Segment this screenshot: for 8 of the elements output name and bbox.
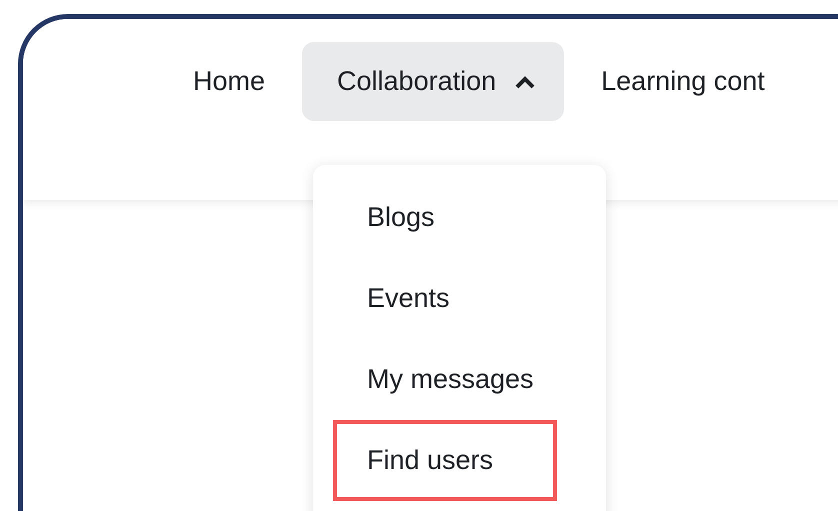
nav-tab[interactable]: Learning cont [566,42,800,121]
caret-icon [514,74,536,90]
menu-item[interactable]: Events [333,258,557,339]
menu-item[interactable]: Find users [333,420,557,501]
nav-tab[interactable]: Collaboration [302,42,564,121]
menu-item[interactable]: My messages [333,339,557,420]
nav-tab[interactable]: Home [158,42,300,121]
menu-item[interactable]: Blogs [333,177,557,258]
